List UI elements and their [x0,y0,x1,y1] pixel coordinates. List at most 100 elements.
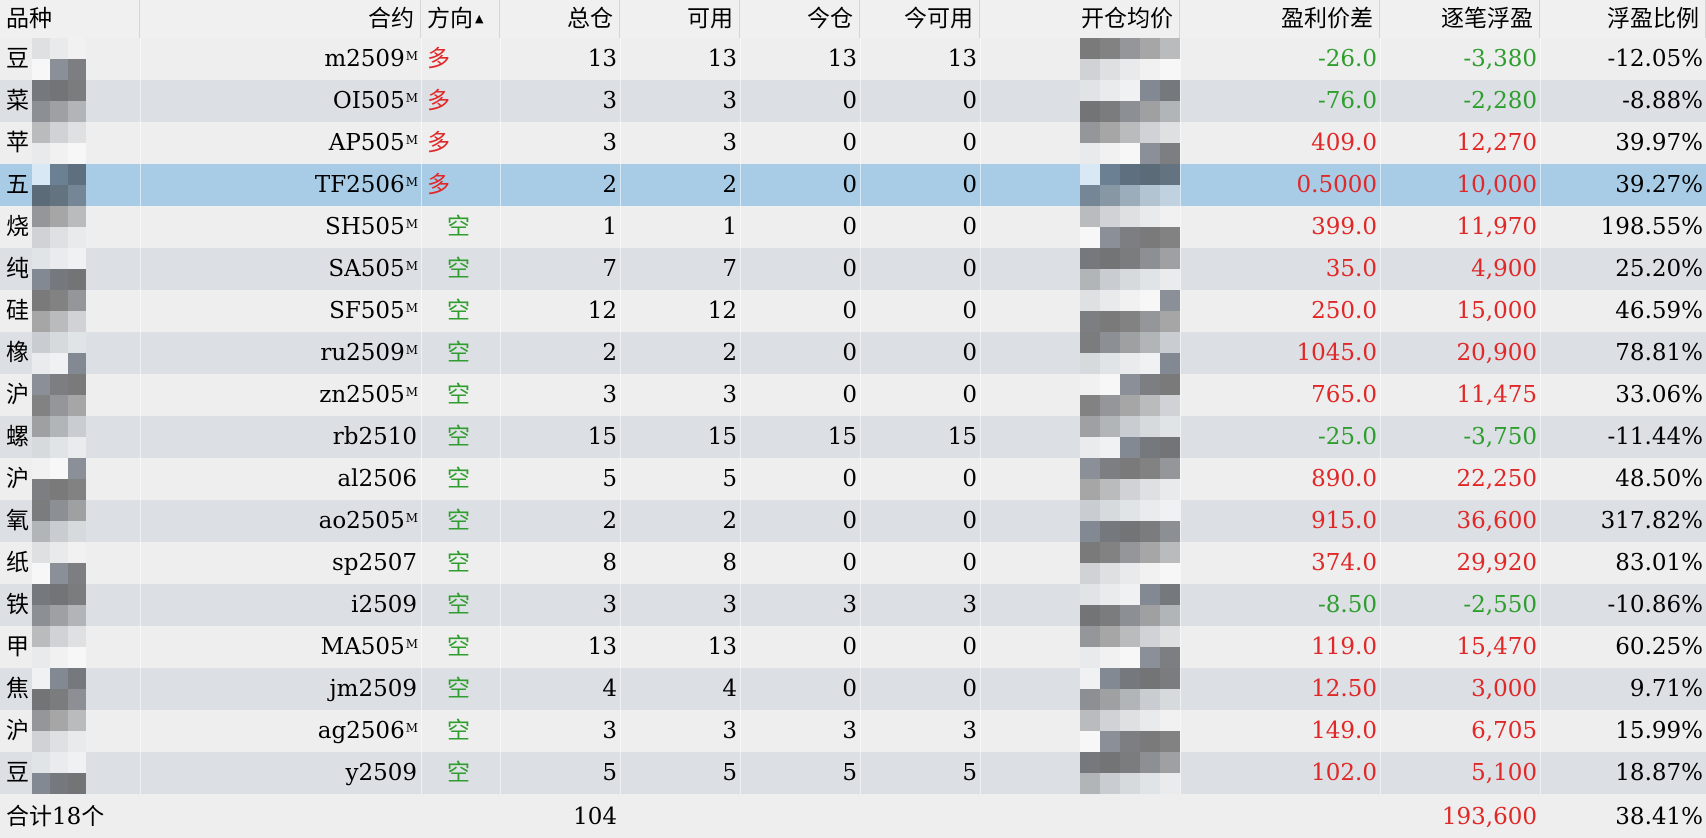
today-available-cell: 5 [962,760,977,786]
table-row[interactable]: 铁 i2509 空 3 3 3 3 -8.50 -2,550 -10.86% [0,584,1706,626]
col-header-variety[interactable]: 品种 [0,0,140,38]
float-pnl-ratio-cell: 83.01% [1615,550,1703,576]
column-divider [980,710,981,752]
contract-code: OI505 [332,88,405,114]
redacted-mosaic [32,458,88,500]
contract-cell: i2509 [140,584,421,626]
contract-cell: jm2509 [140,668,421,710]
redacted-mosaic [32,332,88,374]
table-row[interactable]: 豆 m2509M 多 13 13 13 13 -26.0 -3,380 -12.05% [0,38,1706,80]
col-header-float-pnl[interactable]: 逐笔浮盈 [1380,0,1540,38]
available-cell: 15 [707,424,737,450]
today-available-cell: 0 [962,676,977,702]
redacted-mosaic [1080,164,1180,206]
table-row[interactable]: 焦 jm2509 空 4 4 0 0 12.50 3,000 9.71% [0,668,1706,710]
contract-cell: ao2505M [140,500,421,542]
contract-cell: ag2506M [140,710,421,752]
table-row[interactable]: 硅 SF505M 空 12 12 0 0 250.0 15,000 46.59% [0,290,1706,332]
direction-cell: 空 [447,214,470,240]
today-available-cell: 0 [962,550,977,576]
contract-cell: SH505M [140,206,421,248]
contract-cell: zn2505M [140,374,421,416]
available-cell: 8 [722,550,737,576]
today-available-cell: 0 [962,466,977,492]
today-available-cell: 0 [962,214,977,240]
col-header-today-available[interactable]: 今可用 [860,0,980,38]
today-available-cell: 0 [962,256,977,282]
redacted-mosaic [32,584,88,626]
today-available-cell: 0 [962,634,977,660]
footer-float-pnl-ratio: 38.41% [1615,804,1703,830]
total-cell: 13 [587,634,617,660]
table-row[interactable]: 沪 al2506 空 5 5 0 0 890.0 22,250 48.50% [0,458,1706,500]
table-row[interactable]: 橡 ru2509M 空 2 2 0 0 1045.0 20,900 78.81% [0,332,1706,374]
float-pnl-ratio-cell: 15.99% [1615,718,1703,744]
direction-cell: 空 [447,634,470,660]
table-row[interactable]: 五 TF2506M 多 2 2 0 0 0.5000 10,000 39.27% [0,164,1706,206]
main-contract-mark: M [405,385,418,399]
profit-price-diff-cell: -8.50 [1318,592,1377,618]
col-header-available[interactable]: 可用 [620,0,740,38]
float-pnl-cell: 29,920 [1456,550,1537,576]
today-cell: 0 [842,256,857,282]
total-cell: 4 [602,676,617,702]
today-cell: 0 [842,466,857,492]
redacted-mosaic [32,500,88,542]
today-available-cell: 0 [962,130,977,156]
available-cell: 3 [722,592,737,618]
profit-price-diff-cell: 149.0 [1311,718,1377,744]
positions-table: 品种 合约 方向 ▲ 总仓 可用 今仓 今可用 开仓均价 盈利价差 逐笔浮盈 浮盈… [0,0,1706,838]
table-row[interactable]: 纸 sp2507 空 8 8 0 0 374.0 29,920 83.01% [0,542,1706,584]
contract-cell: TF2506M [140,164,421,206]
total-cell: 3 [602,130,617,156]
column-divider [980,332,981,374]
redacted-mosaic [32,38,88,80]
table-row[interactable]: 烧 SH505M 空 1 1 0 0 399.0 11,970 198.55% [0,206,1706,248]
main-contract-mark: M [405,721,418,735]
table-row[interactable]: 苹 AP505M 多 3 3 0 0 409.0 12,270 39.97% [0,122,1706,164]
column-divider [980,206,981,248]
table-row[interactable]: 螺 rb2510 空 15 15 15 15 -25.0 -3,750 -11.44% [0,416,1706,458]
today-available-cell: 0 [962,340,977,366]
redacted-mosaic [1080,500,1180,542]
float-pnl-ratio-cell: 33.06% [1615,382,1703,408]
redacted-mosaic [1080,332,1180,374]
col-header-contract[interactable]: 合约 [140,0,421,38]
today-cell: 0 [842,340,857,366]
float-pnl-cell: 6,705 [1471,718,1537,744]
col-header-profit-price-diff[interactable]: 盈利价差 [1180,0,1380,38]
table-row[interactable]: 菜 OI505M 多 3 3 0 0 -76.0 -2,280 -8.88% [0,80,1706,122]
col-header-avg-open-price[interactable]: 开仓均价 [980,0,1180,38]
table-row[interactable]: 沪 zn2505M 空 3 3 0 0 765.0 11,475 33.06% [0,374,1706,416]
table-row[interactable]: 纯 SA505M 空 7 7 0 0 35.0 4,900 25.20% [0,248,1706,290]
redacted-mosaic [32,290,88,332]
total-cell: 12 [587,298,617,324]
col-header-float-pnl-ratio[interactable]: 浮盈比例 [1540,0,1706,38]
table-row[interactable]: 豆 y2509 空 5 5 5 5 102.0 5,100 18.87% [0,752,1706,794]
available-cell: 3 [722,382,737,408]
table-row[interactable]: 甲 MA505M 空 13 13 0 0 119.0 15,470 60.25% [0,626,1706,668]
redacted-mosaic [32,80,88,122]
col-header-today[interactable]: 今仓 [740,0,860,38]
profit-price-diff-cell: 0.5000 [1296,172,1377,198]
available-cell: 13 [707,46,737,72]
column-divider [980,584,981,626]
main-contract-mark: M [405,511,418,525]
main-contract-mark: M [405,49,418,63]
direction-cell: 多 [427,130,450,156]
col-header-total[interactable]: 总仓 [500,0,620,38]
direction-cell: 多 [427,88,450,114]
available-cell: 2 [722,340,737,366]
total-cell: 8 [602,550,617,576]
redacted-mosaic [32,668,88,710]
total-cell: 2 [602,508,617,534]
table-row[interactable]: 沪 ag2506M 空 3 3 3 3 149.0 6,705 15.99% [0,710,1706,752]
redacted-mosaic [32,416,88,458]
sort-ascending-icon: ▲ [475,12,484,25]
table-row[interactable]: 氧 ao2505M 空 2 2 0 0 915.0 36,600 317.82% [0,500,1706,542]
contract-cell: SF505M [140,290,421,332]
today-cell: 15 [827,424,857,450]
direction-cell: 空 [447,256,470,282]
col-header-direction[interactable]: 方向 ▲ [421,0,500,38]
float-pnl-ratio-cell: 60.25% [1615,634,1703,660]
